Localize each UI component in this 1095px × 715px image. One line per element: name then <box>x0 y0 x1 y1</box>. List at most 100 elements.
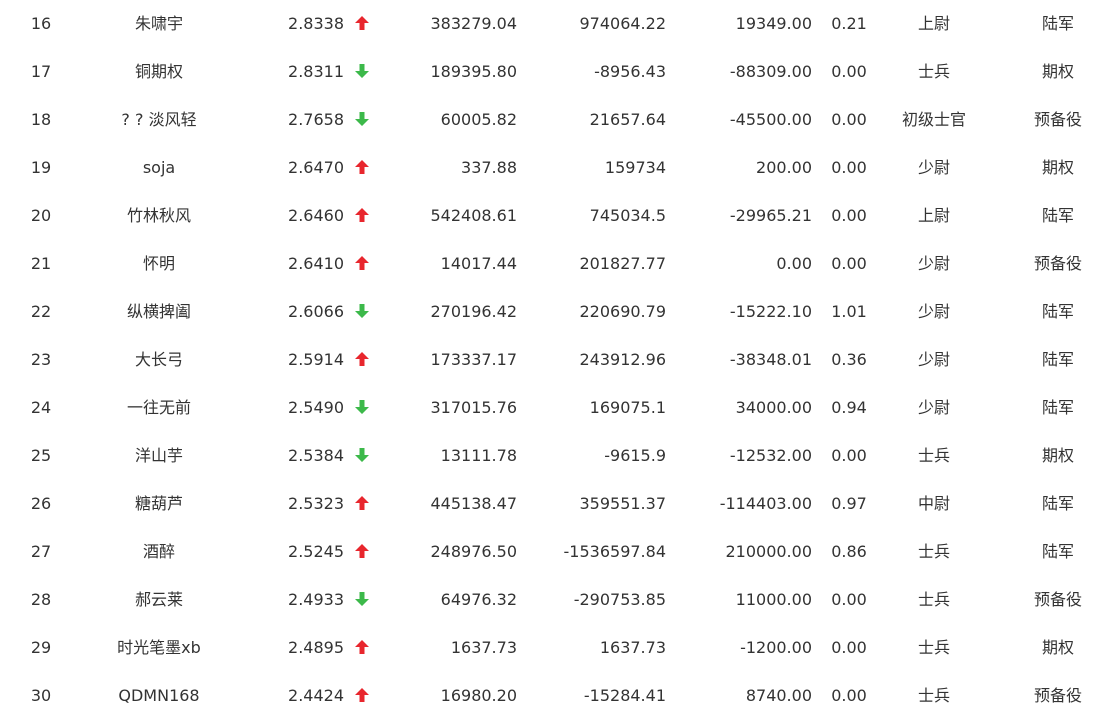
value-1-cell: 542408.61 <box>430 206 517 225</box>
arrow-down-icon <box>352 576 372 624</box>
ratio-cell: 0.00 <box>831 590 867 609</box>
military-rank-cell: 初级士官 <box>901 110 966 129</box>
value-1-cell: 270196.42 <box>430 302 517 321</box>
score-cell: 2.5490 <box>288 398 344 417</box>
ratio-cell: 0.00 <box>831 110 867 129</box>
arrow-up-icon <box>352 144 372 192</box>
score-cell: 2.8338 <box>288 14 344 33</box>
category-cell: 预备役 <box>1033 590 1082 609</box>
user-name-cell: 竹林秋风 <box>126 206 191 225</box>
category-cell: 期权 <box>1041 158 1074 177</box>
value-2-cell: -15284.41 <box>583 686 666 705</box>
rank-cell: 30 <box>30 686 52 705</box>
arrow-up-icon <box>352 672 372 715</box>
value-3-cell: 34000.00 <box>735 398 812 417</box>
military-rank-cell: 少尉 <box>917 350 950 369</box>
rank-cell: 24 <box>30 398 52 417</box>
value-2-cell: 169075.1 <box>589 398 666 417</box>
value-1-cell: 337.88 <box>461 158 517 177</box>
category-cell: 期权 <box>1041 638 1074 657</box>
value-3-cell: -29965.21 <box>729 206 812 225</box>
table-row[interactable]: 16 朱啸宇 2.8338 383279.04 974064.22 19349.00 0.2… <box>0 0 1095 48</box>
value-1-cell: 173337.17 <box>430 350 517 369</box>
score-cell: 2.5914 <box>288 350 344 369</box>
military-rank-cell: 上尉 <box>917 14 950 33</box>
military-rank-cell: 士兵 <box>917 686 950 705</box>
arrow-up-icon <box>352 192 372 240</box>
value-3-cell: -45500.00 <box>729 110 812 129</box>
category-cell: 陆军 <box>1041 14 1074 33</box>
table-row[interactable]: 21 怀明 2.6410 14017.44 201827.77 0.00 0.00 少尉 预备役 <box>0 240 1095 288</box>
score-cell: 2.5245 <box>288 542 344 561</box>
table-row[interactable]: 26 糖葫芦 2.5323 445138.47 359551.37 -114403.00 0… <box>0 480 1095 528</box>
military-rank-cell: 少尉 <box>917 158 950 177</box>
military-rank-cell: 少尉 <box>917 254 950 273</box>
score-cell: 2.4424 <box>288 686 344 705</box>
value-2-cell: 974064.22 <box>579 14 666 33</box>
value-1-cell: 64976.32 <box>440 590 517 609</box>
value-2-cell: 220690.79 <box>579 302 666 321</box>
rank-cell: 22 <box>30 302 52 321</box>
ratio-cell: 1.01 <box>831 302 867 321</box>
value-3-cell: -88309.00 <box>729 62 812 81</box>
value-3-cell: 0.00 <box>776 254 812 273</box>
table-row[interactable]: 25 洋山芋 2.5384 13111.78 -9615.9 -12532.00 0.00 士… <box>0 432 1095 480</box>
value-1-cell: 189395.80 <box>430 62 517 81</box>
ratio-cell: 0.00 <box>831 686 867 705</box>
table-row[interactable]: 28 郝云莱 2.4933 64976.32 -290753.85 11000.00 0.0… <box>0 576 1095 624</box>
value-3-cell: 11000.00 <box>735 590 812 609</box>
category-cell: 预备役 <box>1033 110 1082 129</box>
user-name-cell: 时光笔墨xb <box>117 638 201 657</box>
user-name-cell: 一往无前 <box>126 398 191 417</box>
category-cell: 预备役 <box>1033 686 1082 705</box>
table-row[interactable]: 20 竹林秋风 2.6460 542408.61 745034.5 -29965.21 0.… <box>0 192 1095 240</box>
table-row[interactable]: 29 时光笔墨xb 2.4895 1637.73 1637.73 -1200.00 0.00… <box>0 624 1095 672</box>
value-3-cell: -15222.10 <box>729 302 812 321</box>
rank-cell: 29 <box>30 638 52 657</box>
table-row[interactable]: 30 QDMN168 2.4424 16980.20 -15284.41 8740.00 0… <box>0 672 1095 715</box>
table-row[interactable]: 24 一往无前 2.5490 317015.76 169075.1 34000.00 0.9… <box>0 384 1095 432</box>
value-2-cell: -8956.43 <box>594 62 666 81</box>
arrow-up-icon <box>352 528 372 576</box>
military-rank-cell: 士兵 <box>917 62 950 81</box>
value-3-cell: -114403.00 <box>719 494 812 513</box>
military-rank-cell: 上尉 <box>917 206 950 225</box>
value-2-cell: -290753.85 <box>573 590 666 609</box>
value-1-cell: 445138.47 <box>430 494 517 513</box>
rank-cell: 16 <box>30 14 52 33</box>
user-name-cell: 洋山芋 <box>134 446 183 465</box>
user-name-cell: 大长弓 <box>134 350 183 369</box>
table-row[interactable]: 18 ? ? 淡风轻 2.7658 60005.82 21657.64 -45500.00… <box>0 96 1095 144</box>
table-row[interactable]: 19 soja 2.6470 337.88 159734 200.00 0.00 少尉 期权 <box>0 144 1095 192</box>
score-cell: 2.4933 <box>288 590 344 609</box>
value-1-cell: 60005.82 <box>440 110 517 129</box>
value-3-cell: -12532.00 <box>729 446 812 465</box>
table-row[interactable]: 27 酒醉 2.5245 248976.50 -1536597.84 210000.00 0… <box>0 528 1095 576</box>
user-name-cell: QDMN168 <box>118 686 200 705</box>
military-rank-cell: 士兵 <box>917 446 950 465</box>
military-rank-cell: 士兵 <box>917 590 950 609</box>
user-name-cell: 糖葫芦 <box>134 494 183 513</box>
military-rank-cell: 士兵 <box>917 542 950 561</box>
category-cell: 陆军 <box>1041 206 1074 225</box>
arrow-up-icon <box>352 336 372 384</box>
score-cell: 2.5384 <box>288 446 344 465</box>
user-name-cell: 朱啸宇 <box>134 14 183 33</box>
value-2-cell: 243912.96 <box>579 350 666 369</box>
value-1-cell: 383279.04 <box>430 14 517 33</box>
ratio-cell: 0.00 <box>831 254 867 273</box>
category-cell: 陆军 <box>1041 350 1074 369</box>
value-3-cell: -1200.00 <box>740 638 812 657</box>
category-cell: 陆军 <box>1041 542 1074 561</box>
table-row[interactable]: 17 铜期权 2.8311 189395.80 -8956.43 -88309.00 0.0… <box>0 48 1095 96</box>
table-row[interactable]: 22 纵横捭阖 2.6066 270196.42 220690.79 -15222.10 1… <box>0 288 1095 336</box>
ratio-cell: 0.00 <box>831 638 867 657</box>
rank-cell: 20 <box>30 206 52 225</box>
rank-cell: 26 <box>30 494 52 513</box>
table-row[interactable]: 23 大长弓 2.5914 173337.17 243912.96 -38348.01 0.… <box>0 336 1095 384</box>
rank-cell: 28 <box>30 590 52 609</box>
ratio-cell: 0.94 <box>831 398 867 417</box>
category-cell: 陆军 <box>1041 398 1074 417</box>
score-cell: 2.6066 <box>288 302 344 321</box>
value-1-cell: 16980.20 <box>440 686 517 705</box>
